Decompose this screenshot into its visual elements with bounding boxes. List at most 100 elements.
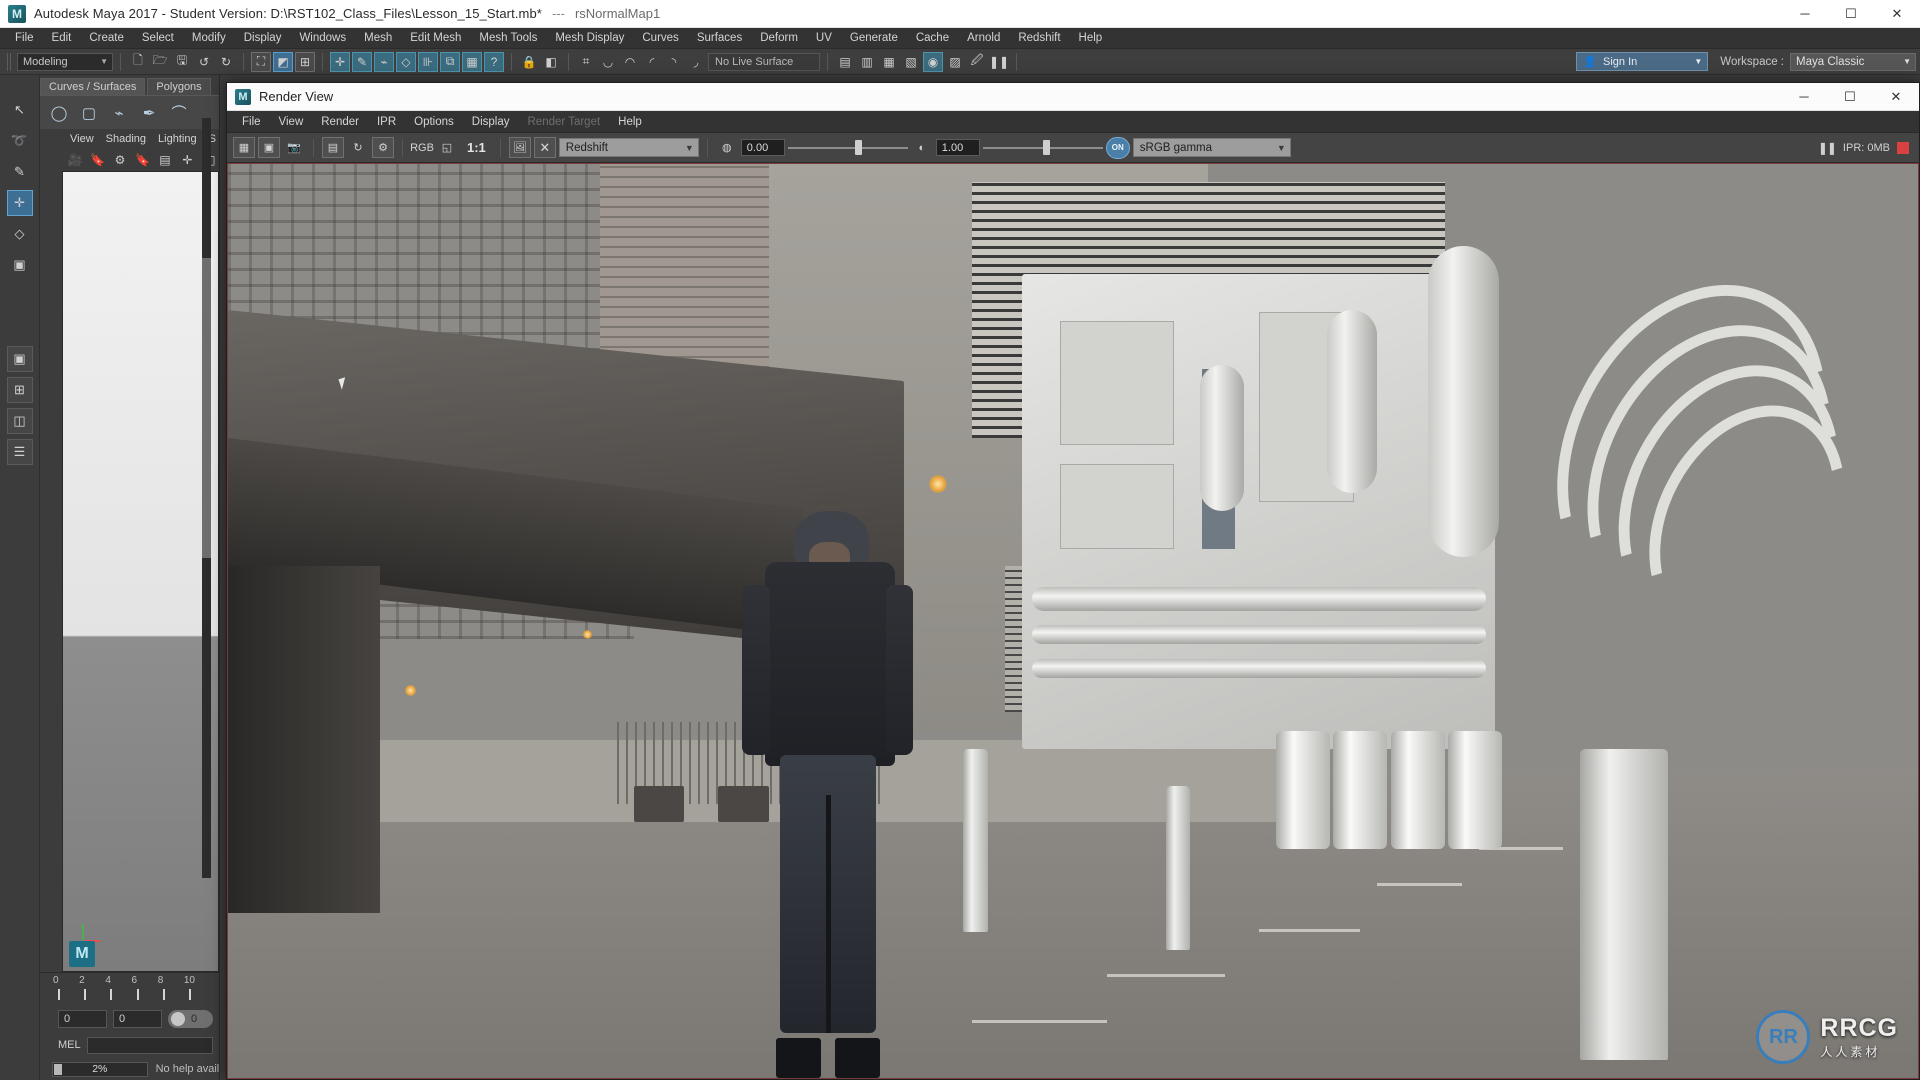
symmetry-icon[interactable]: ⊪ bbox=[418, 51, 438, 72]
menu-set-dropdown[interactable]: Modeling ▼ bbox=[17, 52, 113, 71]
nurbs-square-icon[interactable]: ▢ bbox=[76, 100, 102, 126]
sign-in-button[interactable]: 👤 Sign In ▼ bbox=[1576, 52, 1709, 71]
menu-item-help[interactable]: Help bbox=[1070, 28, 1112, 49]
paint-select-tool[interactable]: ✎ bbox=[7, 159, 33, 185]
renderer-dropdown[interactable]: Redshift ▼ bbox=[558, 138, 699, 157]
bookmark-icon[interactable]: 🔖 bbox=[133, 150, 151, 170]
render-sequence-icon[interactable]: ▧ bbox=[901, 52, 921, 72]
keep-image-icon[interactable]: 🖼 bbox=[508, 137, 531, 158]
minimize-button[interactable]: ─ bbox=[1782, 0, 1828, 28]
gamma-field[interactable]: 1.00 bbox=[935, 139, 980, 156]
menu-item-windows[interactable]: Windows bbox=[290, 28, 355, 49]
render-region-icon[interactable]: ▣ bbox=[258, 137, 280, 158]
tweak-mode-icon[interactable]: ▦ bbox=[462, 51, 482, 72]
select-component-icon[interactable]: ⊞ bbox=[295, 51, 315, 72]
grid-icon[interactable]: ▤ bbox=[156, 150, 174, 170]
snap-curve-icon[interactable]: ◡ bbox=[598, 52, 618, 72]
pause-icon[interactable]: ❚❚ bbox=[1818, 141, 1837, 155]
menu-item-uv[interactable]: UV bbox=[807, 28, 841, 49]
range-start-field[interactable]: 0 bbox=[58, 1010, 107, 1028]
rotate-tool-icon[interactable]: ✎ bbox=[352, 51, 372, 72]
render-view-minimize-button[interactable]: ─ bbox=[1781, 83, 1827, 111]
save-scene-icon[interactable]: 🖫 bbox=[172, 52, 192, 72]
render-view-menu-display[interactable]: Display bbox=[463, 111, 519, 133]
exposure-slider[interactable] bbox=[787, 139, 908, 156]
render-view-menu-render[interactable]: Render bbox=[312, 111, 368, 133]
menu-item-display[interactable]: Display bbox=[235, 28, 291, 49]
menu-item-cache[interactable]: Cache bbox=[907, 28, 958, 49]
menu-item-deform[interactable]: Deform bbox=[751, 28, 807, 49]
scale-tool[interactable]: ▣ bbox=[7, 252, 33, 278]
snap-point-icon[interactable]: ◠ bbox=[620, 52, 640, 72]
render-view-menu-options[interactable]: Options bbox=[405, 111, 463, 133]
color-management-toggle[interactable]: ON bbox=[1105, 136, 1130, 159]
render-view-close-button[interactable]: ✕ bbox=[1873, 83, 1919, 111]
menu-item-surfaces[interactable]: Surfaces bbox=[688, 28, 751, 49]
menu-item-select[interactable]: Select bbox=[133, 28, 183, 49]
select-mask-icon[interactable]: ◧ bbox=[541, 52, 561, 72]
viewport-menu-lighting[interactable]: Lighting bbox=[158, 133, 197, 145]
lock-icon[interactable]: 🔒 bbox=[519, 52, 539, 72]
playback-end-field[interactable]: 0 bbox=[168, 1010, 213, 1028]
camera-attributes-icon[interactable]: ⚙ bbox=[111, 150, 129, 170]
command-language-label[interactable]: MEL bbox=[58, 1039, 81, 1051]
pause-icon[interactable]: ❚❚ bbox=[989, 52, 1009, 72]
rotate-tool[interactable]: ◇ bbox=[7, 221, 33, 247]
menu-item-modify[interactable]: Modify bbox=[183, 28, 235, 49]
scrollbar-thumb[interactable] bbox=[202, 258, 211, 558]
gamma-slider[interactable] bbox=[982, 139, 1103, 156]
select-object-icon[interactable]: ◩ bbox=[273, 51, 293, 72]
menu-item-curves[interactable]: Curves bbox=[633, 28, 687, 49]
exposure-field[interactable]: 0.00 bbox=[740, 139, 785, 156]
ep-curve-tool-icon[interactable]: ⌁ bbox=[106, 100, 132, 126]
move-tool-icon[interactable]: ✛ bbox=[330, 51, 350, 72]
snapshot-icon[interactable]: 📷 bbox=[283, 137, 305, 158]
menu-item-file[interactable]: File bbox=[6, 28, 43, 49]
viewport-scrollbar[interactable] bbox=[202, 118, 211, 878]
snap-projected-icon[interactable]: ◜ bbox=[642, 52, 662, 72]
select-tool[interactable]: ↖ bbox=[7, 97, 33, 123]
slider-knob[interactable] bbox=[854, 140, 862, 155]
rgb-channel-icon[interactable]: RGB bbox=[410, 137, 434, 158]
render-settings-icon[interactable]: ◉ bbox=[923, 51, 943, 72]
redo-render-icon[interactable]: ▦ bbox=[233, 137, 255, 158]
menu-item-mesh-tools[interactable]: Mesh Tools bbox=[470, 28, 546, 49]
make-live-icon[interactable]: ◞ bbox=[686, 52, 706, 72]
viewport-menu-view[interactable]: View bbox=[70, 133, 94, 145]
help-tool-icon[interactable]: ? bbox=[484, 51, 504, 72]
hypershade-icon[interactable]: ▨ bbox=[945, 52, 965, 72]
new-scene-icon[interactable]: 🗋 bbox=[128, 52, 148, 72]
soft-select-icon[interactable]: ◇ bbox=[396, 51, 416, 72]
menu-item-edit-mesh[interactable]: Edit Mesh bbox=[401, 28, 470, 49]
four-view-layout[interactable]: ⊞ bbox=[6, 377, 33, 403]
outliner-persp-layout[interactable]: ☰ bbox=[6, 439, 33, 465]
render-current-frame-icon[interactable]: ▥ bbox=[857, 52, 877, 72]
shelf-tab-polygons[interactable]: Polygons bbox=[147, 78, 211, 95]
stop-icon[interactable] bbox=[1897, 141, 1909, 154]
two-pane-layout[interactable]: ◫ bbox=[6, 408, 33, 434]
menu-item-mesh-display[interactable]: Mesh Display bbox=[546, 28, 633, 49]
zoom-ratio-label[interactable]: 1:1 bbox=[461, 140, 492, 155]
menu-item-mesh[interactable]: Mesh bbox=[355, 28, 401, 49]
select-hierarchy-icon[interactable]: ⛶ bbox=[251, 51, 271, 72]
slider-knob[interactable] bbox=[1042, 140, 1050, 155]
single-perspective-layout[interactable]: ▣ bbox=[6, 346, 33, 372]
lasso-select-tool[interactable]: ➰ bbox=[7, 128, 33, 154]
camera-bookmark-icon[interactable]: 🔖 bbox=[88, 150, 106, 170]
render-view-maximize-button[interactable]: ☐ bbox=[1827, 83, 1873, 111]
render-view-menu-ipr[interactable]: IPR bbox=[368, 111, 405, 133]
bezier-curve-tool-icon[interactable]: ⌒ bbox=[166, 100, 192, 126]
camera-icon[interactable]: 🎥 bbox=[66, 150, 84, 170]
render-view-menu-file[interactable]: File bbox=[233, 111, 270, 133]
alpha-channel-icon[interactable]: ◱ bbox=[436, 137, 458, 158]
undo-icon[interactable]: ↺ bbox=[194, 52, 214, 72]
scale-tool-icon[interactable]: ⌁ bbox=[374, 51, 394, 72]
render-view-menu-help[interactable]: Help bbox=[609, 111, 651, 133]
render-image-canvas[interactable]: RR RRCG 人人素材 bbox=[227, 163, 1919, 1079]
remove-image-icon[interactable]: 🗙 bbox=[533, 137, 556, 158]
nurbs-circle-icon[interactable]: ◯ bbox=[46, 100, 72, 126]
open-scene-icon[interactable]: 🗁 bbox=[150, 52, 170, 72]
maximize-button[interactable]: ☐ bbox=[1828, 0, 1874, 28]
pencil-curve-tool-icon[interactable]: ✒ bbox=[136, 100, 162, 126]
close-button[interactable]: ✕ bbox=[1874, 0, 1920, 28]
